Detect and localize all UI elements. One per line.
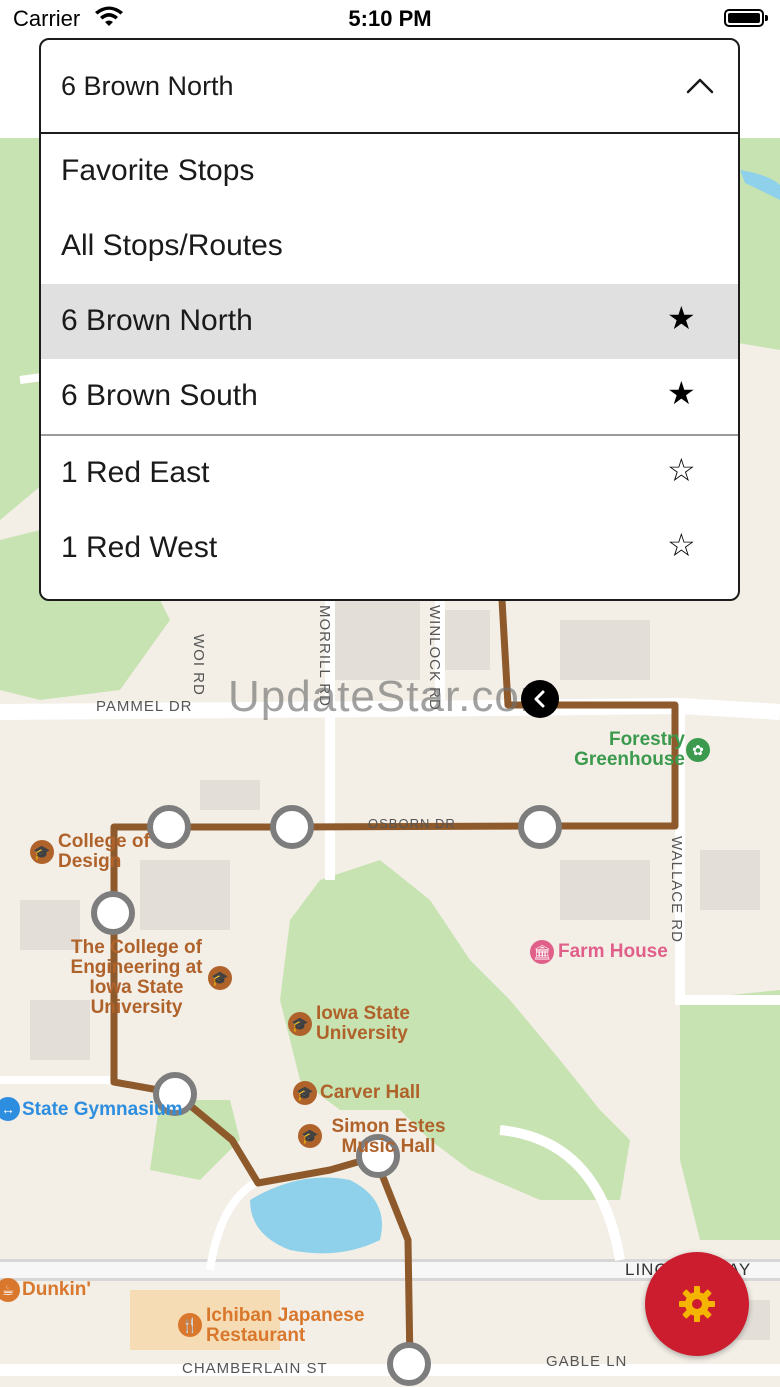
stop-marker[interactable]	[91, 891, 135, 935]
stop-marker[interactable]	[387, 1342, 431, 1386]
settings-button[interactable]	[645, 1252, 749, 1356]
school-icon: 🎓	[298, 1124, 322, 1148]
school-icon: 🎓	[30, 840, 54, 864]
star-filled-icon[interactable]: ★	[667, 374, 696, 412]
menu-item-label: 6 Brown North	[61, 304, 253, 337]
school-icon: 🎓	[208, 966, 232, 990]
menu-item-6-brown-north[interactable]: 6 Brown North ★	[41, 284, 738, 359]
poi-iowa-state-university[interactable]: Iowa State University	[316, 1004, 426, 1044]
menu-item-label: All Stops/Routes	[61, 229, 283, 262]
route-dropdown[interactable]: 6 Brown North Favorite Stops All Stops/R…	[39, 38, 740, 601]
status-bar: Carrier 5:10 PM	[0, 0, 780, 40]
route-dropdown-header[interactable]: 6 Brown North	[41, 40, 738, 134]
battery-icon	[724, 9, 768, 27]
street-label: CHAMBERLAIN ST	[182, 1360, 328, 1377]
poi-college-of-design[interactable]: College of Design	[58, 832, 168, 872]
street-label: WALLACE RD	[668, 836, 685, 943]
selected-route-label: 6 Brown North	[61, 71, 234, 101]
flower-icon: ✿	[686, 738, 710, 762]
gear-icon	[679, 1286, 715, 1322]
poi-engineering[interactable]: The College of Engineering at Iowa State…	[64, 938, 209, 1018]
menu-item-label: 6 Brown South	[61, 379, 258, 412]
poi-state-gymnasium[interactable]: State Gymnasium	[22, 1100, 183, 1120]
chevron-up-icon[interactable]	[686, 76, 714, 94]
menu-item-1-red-east[interactable]: 1 Red East ☆	[41, 436, 738, 511]
menu-item-label: 1 Red West	[61, 531, 218, 564]
menu-item-label: 1 Red East	[61, 456, 210, 489]
school-icon: 🎓	[293, 1081, 317, 1105]
street-label: GABLE LN	[546, 1353, 628, 1370]
poi-simon-estes-music-hall[interactable]: Simon Estes Music Hall	[326, 1117, 451, 1157]
street-label: OSBORN DR	[368, 816, 456, 831]
street-label: WOI RD	[190, 634, 207, 696]
clock: 5:10 PM	[348, 6, 432, 31]
street-label: PAMMEL DR	[96, 698, 193, 715]
watermark: UpdateStar.com	[228, 672, 558, 721]
menu-item-6-brown-south[interactable]: 6 Brown South ★	[41, 359, 738, 434]
star-filled-icon[interactable]: ★	[667, 299, 696, 337]
stop-marker[interactable]	[270, 805, 314, 849]
poi-farm-house[interactable]: Farm House	[558, 942, 668, 962]
poi-dunkin[interactable]: Dunkin'	[22, 1280, 91, 1300]
back-button[interactable]	[521, 680, 559, 718]
stop-marker[interactable]	[518, 805, 562, 849]
restaurant-icon: 🍴	[178, 1313, 202, 1337]
star-outline-icon[interactable]: ☆	[667, 451, 696, 489]
poi-carver-hall[interactable]: Carver Hall	[320, 1083, 420, 1103]
chevron-left-icon	[534, 690, 545, 708]
museum-icon: 🏛	[530, 940, 554, 964]
poi-ichiban[interactable]: Ichiban Japanese Restaurant	[206, 1306, 386, 1346]
menu-item-label: Favorite Stops	[61, 154, 255, 187]
star-outline-icon[interactable]: ☆	[667, 526, 696, 564]
menu-item-all-stops[interactable]: All Stops/Routes	[41, 209, 738, 284]
poi-forestry-greenhouse[interactable]: Forestry Greenhouse	[565, 730, 685, 770]
menu-item-favorite-stops[interactable]: Favorite Stops	[41, 134, 738, 209]
menu-item-1-red-west[interactable]: 1 Red West ☆	[41, 511, 738, 586]
school-icon: 🎓	[288, 1012, 312, 1036]
